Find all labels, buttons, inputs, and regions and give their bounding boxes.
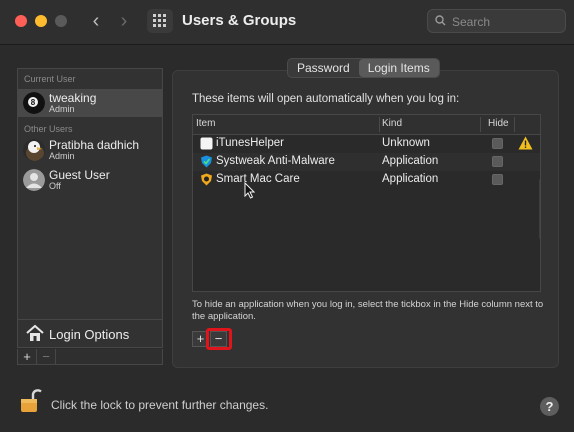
login-options-label: Login Options — [49, 327, 130, 342]
shield-icon — [200, 155, 213, 168]
hide-help-text: To hide an application when you log in, … — [192, 299, 544, 322]
tab-bar: Password Login Items — [287, 58, 440, 78]
users-groups-window: ‹ › Users & Groups Current User — [0, 0, 574, 432]
table-header: Item Kind Hide — [193, 115, 540, 135]
item-kind: Unknown — [382, 137, 430, 149]
item-kind: Application — [382, 155, 439, 167]
hide-checkbox[interactable] — [492, 174, 503, 185]
zoom-window-button[interactable] — [55, 15, 67, 27]
column-kind[interactable]: Kind — [382, 118, 402, 129]
user-name: Guest User — [49, 168, 110, 182]
current-user-heading: Current User — [24, 74, 76, 84]
user-name: Pratibha dadhich — [49, 138, 140, 152]
back-icon[interactable]: ‹ — [86, 10, 106, 32]
tab-login-items[interactable]: Login Items — [358, 59, 439, 77]
user-row-pratibha[interactable]: Pratibha dadhich Admin — [18, 136, 162, 164]
eight-ball-icon: 8 — [23, 92, 45, 114]
item-name: Systweak Anti-Malware — [216, 155, 335, 167]
user-role: Admin — [49, 151, 75, 161]
add-user-button[interactable]: + — [18, 349, 37, 364]
item-name: iTunesHelper — [216, 137, 284, 149]
other-users-heading: Other Users — [24, 124, 73, 134]
blank-app-icon — [200, 137, 213, 150]
login-options-item[interactable]: Login Options — [18, 320, 162, 348]
hide-checkbox[interactable] — [492, 156, 503, 167]
svg-text:8: 8 — [31, 98, 36, 107]
sidebar-controls: + − — [17, 349, 163, 365]
login-items-table: Item Kind Hide iTunesHelper Unknown Syst… — [192, 114, 541, 292]
hide-checkbox[interactable] — [492, 138, 503, 149]
table-row[interactable]: Systweak Anti-Malware Application — [193, 153, 540, 171]
users-sidebar: Current User 8 tweaking Admin Other User… — [17, 68, 163, 348]
avatar — [23, 169, 45, 191]
smart-mac-care-icon — [200, 173, 213, 186]
unlocked-padlock-icon[interactable] — [20, 388, 42, 414]
highlight-box — [206, 328, 232, 350]
minimize-window-button[interactable] — [35, 15, 47, 27]
search-icon — [435, 15, 446, 26]
grid-icon — [153, 14, 166, 27]
search-input[interactable] — [450, 12, 564, 32]
user-row-guest[interactable]: Guest User Off — [18, 166, 162, 194]
mouse-cursor-icon — [244, 182, 255, 199]
user-row-tweaking[interactable]: 8 tweaking Admin — [18, 89, 162, 117]
house-icon — [26, 324, 44, 341]
person-icon — [23, 169, 45, 191]
column-separator — [379, 117, 380, 132]
window-title: Users & Groups — [182, 12, 297, 29]
remove-user-button[interactable]: − — [37, 349, 56, 364]
column-separator — [480, 117, 481, 132]
item-kind: Application — [382, 173, 439, 185]
column-item[interactable]: Item — [196, 118, 215, 129]
avatar — [23, 139, 45, 161]
login-items-intro: These items will open automatically when… — [192, 93, 460, 105]
forward-icon[interactable]: › — [114, 10, 134, 32]
eagle-icon — [23, 139, 45, 161]
show-all-button[interactable] — [147, 9, 173, 33]
user-role: Admin — [49, 104, 75, 114]
user-role: Off — [49, 181, 61, 191]
column-separator — [514, 117, 515, 132]
column-hide[interactable]: Hide — [488, 118, 509, 129]
help-button[interactable]: ? — [540, 397, 559, 416]
close-window-button[interactable] — [15, 15, 27, 27]
table-scrollbar[interactable] — [539, 179, 540, 239]
lock-message: Click the lock to prevent further change… — [51, 398, 269, 412]
table-row[interactable]: iTunesHelper Unknown — [193, 135, 540, 153]
search-field[interactable] — [427, 9, 566, 33]
avatar: 8 — [23, 92, 45, 114]
title-bar: ‹ › Users & Groups — [0, 0, 574, 45]
tab-password[interactable]: Password — [288, 59, 359, 77]
user-name: tweaking — [49, 91, 97, 105]
item-name: Smart Mac Care — [216, 173, 300, 185]
